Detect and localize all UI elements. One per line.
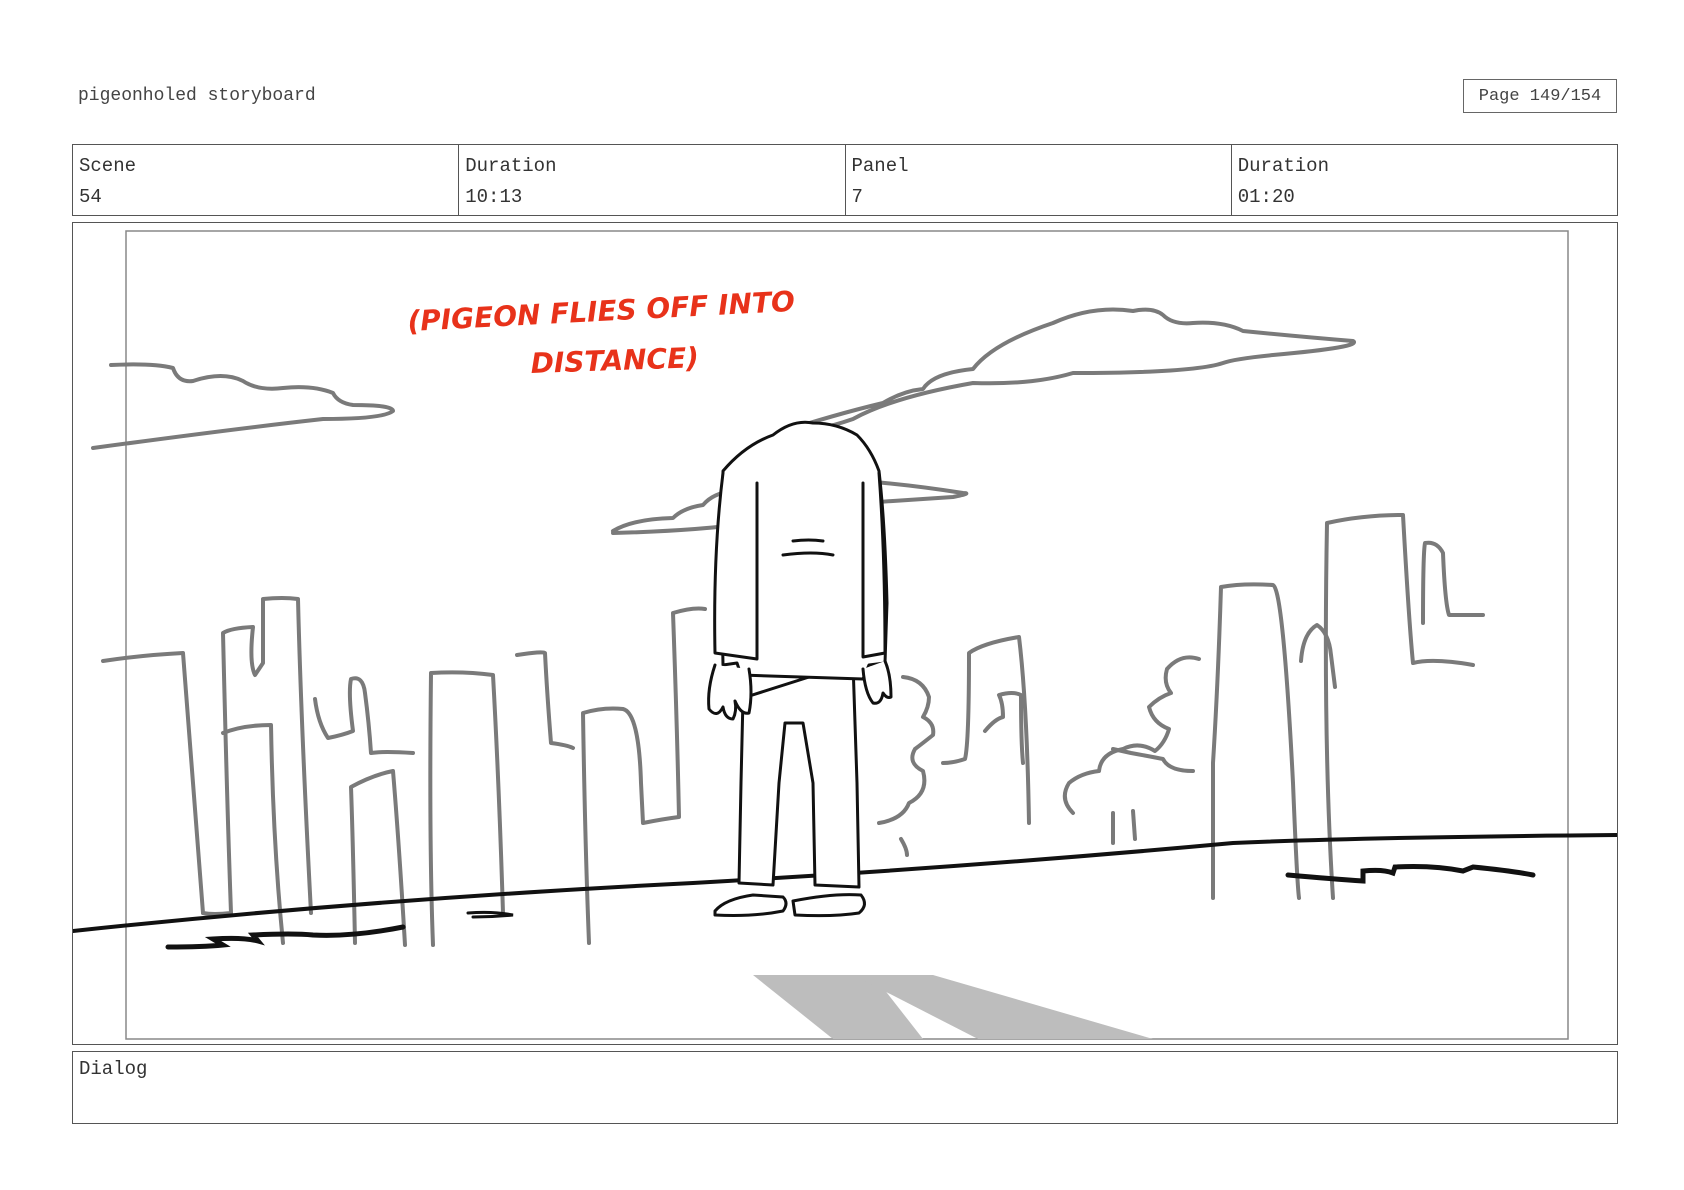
scene-duration-value: 10:13 [465,186,523,208]
dialog-label: Dialog [79,1058,148,1080]
storyboard-panel: (PIGEON FLIES OFF INTO DISTANCE) [72,222,1618,1045]
scene-cell: Scene 54 [73,145,460,215]
scene-value: 54 [79,186,102,208]
panel-label: Panel [851,155,909,177]
man-figure-sketch [707,420,893,918]
panel-cell: Panel 7 [846,145,1232,215]
scene-duration-label: Duration [465,155,557,177]
panel-duration-value: 01:20 [1237,186,1295,208]
scene-info-table: Scene 54 Duration 10:13 Panel 7 Duration… [72,144,1618,216]
panel-annotation-line1: (PIGEON FLIES OFF INTO [407,285,796,338]
document-title: pigeonholed storyboard [78,86,316,106]
scene-duration-cell: Duration 10:13 [459,145,846,215]
scene-label: Scene [79,155,137,177]
panel-sketch: (PIGEON FLIES OFF INTO DISTANCE) [73,230,1617,1040]
dialog-box: Dialog [72,1051,1618,1124]
panel-duration-cell: Duration 01:20 [1232,145,1617,215]
page-number-badge: Page 149/154 [1463,79,1617,113]
panel-value: 7 [851,186,863,208]
figure-shadow [753,975,1153,1039]
panel-annotation-line2: DISTANCE) [530,341,699,380]
panel-duration-label: Duration [1237,155,1329,177]
